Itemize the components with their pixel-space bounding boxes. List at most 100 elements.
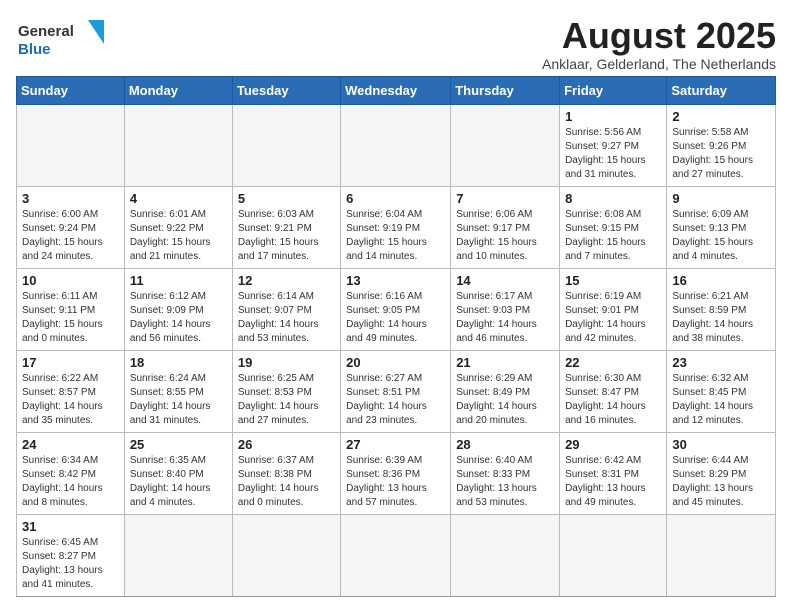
table-row [560,514,667,596]
day-info: Sunrise: 5:56 AM Sunset: 9:27 PM Dayligh… [565,126,661,182]
header-tuesday: Tuesday [232,76,340,104]
table-row: 20 Sunrise: 6:27 AM Sunset: 8:51 PM Dayli… [341,350,451,432]
day-number: 8 [565,191,661,206]
table-row: 26 Sunrise: 6:37 AM Sunset: 8:38 PM Dayli… [232,432,340,514]
day-number: 27 [346,437,445,452]
title-area: August 2025 Anklaar, Gelderland, The Net… [542,16,776,72]
day-info: Sunrise: 6:29 AM Sunset: 8:49 PM Dayligh… [456,372,554,428]
calendar-header-row: Sunday Monday Tuesday Wednesday Thursday… [17,76,776,104]
table-row [232,514,340,596]
table-row: 19 Sunrise: 6:25 AM Sunset: 8:53 PM Dayli… [232,350,340,432]
day-info: Sunrise: 6:34 AM Sunset: 8:42 PM Dayligh… [22,454,119,510]
day-info: Sunrise: 6:44 AM Sunset: 8:29 PM Dayligh… [672,454,770,510]
day-number: 14 [456,273,554,288]
day-number: 30 [672,437,770,452]
table-row: 31 Sunrise: 6:45 AM Sunset: 8:27 PM Dayli… [17,514,125,596]
day-number: 4 [130,191,227,206]
day-info: Sunrise: 6:37 AM Sunset: 8:38 PM Dayligh… [238,454,335,510]
table-row [341,104,451,186]
table-row: 6 Sunrise: 6:04 AM Sunset: 9:19 PM Daylig… [341,186,451,268]
header-friday: Friday [560,76,667,104]
day-info: Sunrise: 6:04 AM Sunset: 9:19 PM Dayligh… [346,208,445,264]
month-title: August 2025 [542,16,776,56]
day-number: 18 [130,355,227,370]
day-number: 25 [130,437,227,452]
table-row: 2 Sunrise: 5:58 AM Sunset: 9:26 PM Daylig… [667,104,776,186]
svg-text:Blue: Blue [18,41,51,58]
header-wednesday: Wednesday [341,76,451,104]
day-info: Sunrise: 6:01 AM Sunset: 9:22 PM Dayligh… [130,208,227,264]
table-row: 13 Sunrise: 6:16 AM Sunset: 9:05 PM Dayli… [341,268,451,350]
table-row: 4 Sunrise: 6:01 AM Sunset: 9:22 PM Daylig… [124,186,232,268]
day-number: 26 [238,437,335,452]
day-number: 11 [130,273,227,288]
day-info: Sunrise: 6:19 AM Sunset: 9:01 PM Dayligh… [565,290,661,346]
table-row: 15 Sunrise: 6:19 AM Sunset: 9:01 PM Dayli… [560,268,667,350]
table-row: 1Sunrise: 5:56 AM Sunset: 9:27 PM Daylig… [560,104,667,186]
day-number: 21 [456,355,554,370]
day-info: Sunrise: 6:42 AM Sunset: 8:31 PM Dayligh… [565,454,661,510]
day-number: 5 [238,191,335,206]
day-info: Sunrise: 6:06 AM Sunset: 9:17 PM Dayligh… [456,208,554,264]
table-row: 17 Sunrise: 6:22 AM Sunset: 8:57 PM Dayli… [17,350,125,432]
day-info: Sunrise: 6:27 AM Sunset: 8:51 PM Dayligh… [346,372,445,428]
day-number: 19 [238,355,335,370]
day-number: 31 [22,519,119,534]
header-saturday: Saturday [667,76,776,104]
day-info: Sunrise: 6:45 AM Sunset: 8:27 PM Dayligh… [22,536,119,592]
day-info: Sunrise: 6:17 AM Sunset: 9:03 PM Dayligh… [456,290,554,346]
table-row: 9 Sunrise: 6:09 AM Sunset: 9:13 PM Daylig… [667,186,776,268]
day-number: 22 [565,355,661,370]
day-number: 6 [346,191,445,206]
day-info: Sunrise: 6:16 AM Sunset: 9:05 PM Dayligh… [346,290,445,346]
table-row: 30 Sunrise: 6:44 AM Sunset: 8:29 PM Dayli… [667,432,776,514]
header-monday: Monday [124,76,232,104]
day-number: 20 [346,355,445,370]
table-row: 24Sunrise: 6:34 AM Sunset: 8:42 PM Dayli… [17,432,125,514]
day-number: 23 [672,355,770,370]
page-header: General Blue August 2025 Anklaar, Gelder… [16,16,776,72]
subtitle: Anklaar, Gelderland, The Netherlands [542,56,776,72]
day-info: Sunrise: 6:08 AM Sunset: 9:15 PM Dayligh… [565,208,661,264]
day-info: Sunrise: 6:30 AM Sunset: 8:47 PM Dayligh… [565,372,661,428]
day-number: 13 [346,273,445,288]
table-row: 25Sunrise: 6:35 AM Sunset: 8:40 PM Dayli… [124,432,232,514]
day-info: Sunrise: 6:24 AM Sunset: 8:55 PM Dayligh… [130,372,227,428]
day-info: Sunrise: 6:40 AM Sunset: 8:33 PM Dayligh… [456,454,554,510]
day-info: Sunrise: 6:11 AM Sunset: 9:11 PM Dayligh… [22,290,119,346]
day-number: 3 [22,191,119,206]
day-number: 2 [672,109,770,124]
table-row: 22 Sunrise: 6:30 AM Sunset: 8:47 PM Dayli… [560,350,667,432]
table-row: 14 Sunrise: 6:17 AM Sunset: 9:03 PM Dayli… [451,268,560,350]
day-number: 12 [238,273,335,288]
table-row: 5 Sunrise: 6:03 AM Sunset: 9:21 PM Daylig… [232,186,340,268]
day-info: Sunrise: 5:58 AM Sunset: 9:26 PM Dayligh… [672,126,770,182]
svg-text:General: General [18,23,74,40]
logo-svg: General Blue [16,16,116,60]
day-number: 15 [565,273,661,288]
calendar-table: Sunday Monday Tuesday Wednesday Thursday… [16,76,776,597]
day-info: Sunrise: 6:09 AM Sunset: 9:13 PM Dayligh… [672,208,770,264]
day-number: 17 [22,355,119,370]
day-info: Sunrise: 6:21 AM Sunset: 8:59 PM Dayligh… [672,290,770,346]
day-number: 9 [672,191,770,206]
table-row: 7Sunrise: 6:06 AM Sunset: 9:17 PM Daylig… [451,186,560,268]
table-row [451,104,560,186]
table-row: 27 Sunrise: 6:39 AM Sunset: 8:36 PM Dayli… [341,432,451,514]
day-info: Sunrise: 6:25 AM Sunset: 8:53 PM Dayligh… [238,372,335,428]
day-number: 16 [672,273,770,288]
table-row: 21 Sunrise: 6:29 AM Sunset: 8:49 PM Dayli… [451,350,560,432]
table-row [451,514,560,596]
day-info: Sunrise: 6:22 AM Sunset: 8:57 PM Dayligh… [22,372,119,428]
day-number: 29 [565,437,661,452]
day-info: Sunrise: 6:39 AM Sunset: 8:36 PM Dayligh… [346,454,445,510]
table-row [124,104,232,186]
table-row: 28Sunrise: 6:40 AM Sunset: 8:33 PM Dayli… [451,432,560,514]
header-sunday: Sunday [17,76,125,104]
table-row [232,104,340,186]
day-info: Sunrise: 6:00 AM Sunset: 9:24 PM Dayligh… [22,208,119,264]
table-row: 11Sunrise: 6:12 AM Sunset: 9:09 PM Dayli… [124,268,232,350]
table-row [667,514,776,596]
day-info: Sunrise: 6:03 AM Sunset: 9:21 PM Dayligh… [238,208,335,264]
table-row [17,104,125,186]
